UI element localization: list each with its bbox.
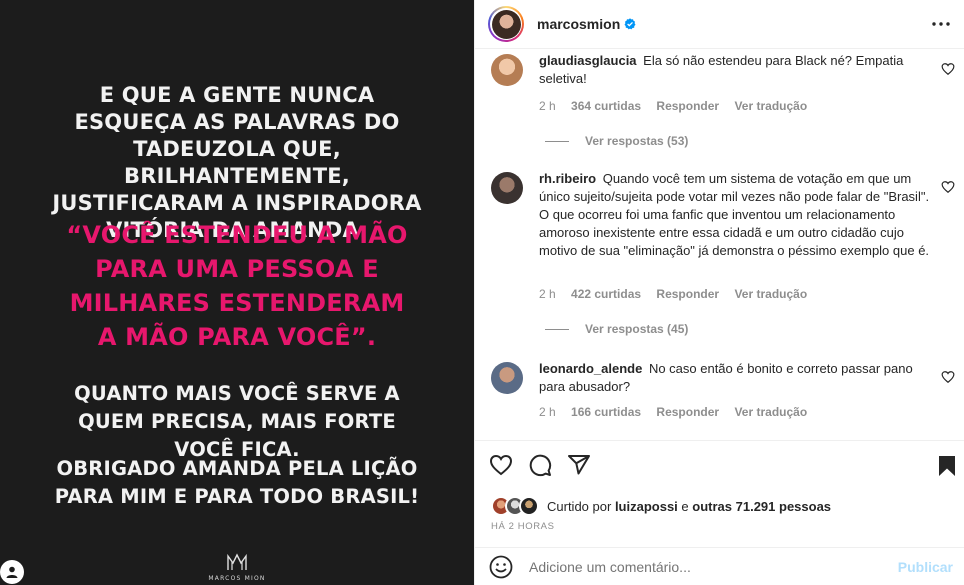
- post-text-serve: QUANTO MAIS VOCÊ SERVE A QUEM PRECISA, M…: [74, 382, 400, 461]
- share-icon[interactable]: [567, 453, 591, 477]
- verified-badge-icon: [624, 18, 636, 30]
- post-details-panel: marcosmion glaudiasglaucia Ela só não es…: [474, 0, 964, 585]
- comment-username[interactable]: leonardo_alende: [539, 361, 642, 376]
- comment-body: rh.ribeiro Quando você tem um sistema de…: [539, 170, 939, 260]
- author-username[interactable]: marcosmion: [537, 16, 620, 32]
- view-replies-label[interactable]: Ver respostas (45): [585, 322, 688, 336]
- comment-reply-button[interactable]: Responder: [656, 405, 719, 419]
- comment-translate-button[interactable]: Ver tradução: [734, 99, 807, 113]
- tagged-user-icon[interactable]: [0, 560, 24, 584]
- comment-reply-button[interactable]: Responder: [656, 99, 719, 113]
- comment-like-heart-icon[interactable]: [941, 370, 955, 384]
- comment-icon[interactable]: [528, 453, 552, 477]
- comment-meta: 2 h 364 curtidas Responder Ver tradução: [539, 99, 819, 113]
- bookmark-icon[interactable]: [935, 454, 959, 478]
- comment-likes[interactable]: 364 curtidas: [571, 99, 641, 113]
- likes-prefix: Curtido por: [547, 498, 612, 514]
- comment-likes[interactable]: 166 curtidas: [571, 405, 641, 419]
- brand-logo: MARCOS MION: [0, 553, 474, 582]
- comment-username[interactable]: glaudiasglaucia: [539, 53, 637, 68]
- commenter-avatar[interactable]: [491, 362, 523, 394]
- comment-translate-button[interactable]: Ver tradução: [734, 287, 807, 301]
- emoji-icon[interactable]: [489, 555, 513, 579]
- liker-avatars: [491, 496, 539, 516]
- monogram-logo-icon: [227, 553, 247, 570]
- comment-input[interactable]: [529, 558, 889, 575]
- comment-time: 2 h: [539, 287, 556, 301]
- post-timestamp: HÁ 2 HORAS: [491, 521, 555, 532]
- likes-others[interactable]: outras 71.291 pessoas: [692, 499, 831, 514]
- comment-username[interactable]: rh.ribeiro: [539, 171, 596, 186]
- comment-time: 2 h: [539, 99, 556, 113]
- post-header: marcosmion: [475, 0, 964, 49]
- comment-text: Quando você tem um sistema de votação em…: [539, 171, 930, 258]
- comment-likes[interactable]: 422 curtidas: [571, 287, 641, 301]
- brand-name: MARCOS MION: [208, 575, 266, 582]
- heart-icon[interactable]: [489, 453, 513, 477]
- view-replies-button[interactable]: Ver respostas (45): [539, 322, 688, 336]
- comments-list[interactable]: glaudiasglaucia Ela só não estendeu para…: [475, 49, 964, 440]
- comment-like-heart-icon[interactable]: [941, 180, 955, 194]
- view-replies-label[interactable]: Ver respostas (53): [585, 134, 688, 148]
- author-avatar[interactable]: [488, 6, 524, 42]
- post-text-thanks: OBRIGADO AMANDA PELA LIÇÃO PARA MIM E PA…: [54, 457, 420, 508]
- post-text-quote: “VOCÊ ESTENDEU A MÃO PARA UMA PESSOA E M…: [66, 221, 408, 351]
- comment-body: glaudiasglaucia Ela só não estendeu para…: [539, 52, 939, 88]
- comment-like-heart-icon[interactable]: [941, 62, 955, 76]
- likes-summary[interactable]: Curtido por luizapossi e outras 71.291 p…: [491, 496, 831, 516]
- likes-user[interactable]: luizapossi: [615, 499, 678, 514]
- comment-meta: 2 h 166 curtidas Responder Ver tradução: [539, 405, 819, 419]
- add-comment-bar: Publicar: [475, 547, 964, 585]
- commenter-avatar[interactable]: [491, 172, 523, 204]
- comment-time: 2 h: [539, 405, 556, 419]
- commenter-avatar[interactable]: [491, 54, 523, 86]
- more-options-icon[interactable]: [929, 12, 953, 36]
- post-image[interactable]: E QUE A GENTE NUNCA ESQUEÇA AS PALAVRAS …: [0, 0, 474, 585]
- publish-button[interactable]: Publicar: [898, 559, 953, 575]
- comment-body: leonardo_alende No caso então é bonito e…: [539, 360, 939, 396]
- view-replies-button[interactable]: Ver respostas (53): [539, 134, 688, 148]
- likes-middle: e: [681, 498, 689, 514]
- post-actions: Curtido por luizapossi e outras 71.291 p…: [475, 440, 964, 548]
- comment-translate-button[interactable]: Ver tradução: [734, 405, 807, 419]
- comment-reply-button[interactable]: Responder: [656, 287, 719, 301]
- comment-meta: 2 h 422 curtidas Responder Ver tradução: [539, 287, 819, 301]
